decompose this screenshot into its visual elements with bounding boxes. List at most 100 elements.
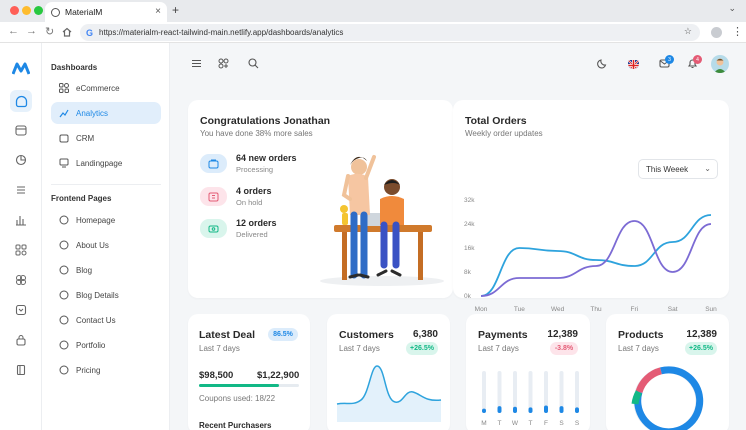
sidebar-item-blog[interactable]: Blog (51, 259, 161, 281)
donut-segment-green (631, 390, 643, 405)
x-tick-label: Mon (475, 306, 488, 313)
deal-progress-track (199, 384, 299, 387)
sidebar-item-portfolio[interactable]: Portfolio (51, 334, 161, 356)
period-select-value: This Weeek (646, 164, 689, 174)
payment-bar-track (482, 371, 486, 413)
tab-dropdown-icon[interactable]: ⌄ (728, 3, 736, 14)
sidebar-item-label: CRM (76, 133, 95, 143)
rail-layout-icon[interactable] (10, 179, 32, 201)
browser-menu-icon[interactable]: ⋮ (732, 25, 743, 38)
y-tick-label: 16k (464, 245, 475, 252)
products-change: +26.5% (685, 342, 717, 355)
apps-icon[interactable] (218, 58, 229, 69)
payments-period: Last 7 days (478, 344, 519, 353)
close-tab-icon[interactable]: × (155, 6, 161, 17)
deal-coupons: Coupons used: 18/22 (199, 394, 276, 403)
avatar[interactable] (711, 55, 729, 73)
sidebar-item-crm[interactable]: CRM (51, 127, 161, 149)
stat-on-hold: 4 orders On hold (200, 186, 272, 207)
rail-lock-icon[interactable] (10, 329, 32, 351)
payment-day-label: F (544, 420, 548, 427)
icon-rail (0, 43, 42, 430)
rail-widgets-icon[interactable] (10, 269, 32, 291)
series-line-2 (480, 220, 712, 297)
welcome-subtitle: You have done 38% more sales (200, 129, 313, 138)
sidebar-item-analytics[interactable]: Analytics (51, 102, 161, 124)
period-select[interactable]: This Weeek ⌄ (638, 159, 718, 179)
address-bar[interactable]: G https://materialm-react-tailwind-main.… (80, 24, 700, 41)
sidebar-item-ecommerce[interactable]: eCommerce (51, 77, 161, 99)
payment-day-label: S (575, 420, 580, 427)
globe-icon (51, 7, 60, 17)
stat-processing: 64 new orders Processing (200, 153, 297, 174)
back-icon[interactable]: ← (8, 25, 19, 37)
payment-bar (544, 405, 548, 413)
sidebar-item-about-us[interactable]: About Us (51, 234, 161, 256)
payments-title: Payments (478, 329, 528, 341)
deal-period: Last 7 days (199, 344, 240, 353)
sidebar-item-label: Landingpage (76, 158, 123, 168)
rail-pages-icon[interactable] (10, 359, 32, 381)
deal-progress-fill (199, 384, 279, 387)
rail-calendar-icon[interactable] (10, 119, 32, 141)
rail-apps-icon[interactable] (10, 149, 32, 171)
forward-icon[interactable]: → (26, 25, 37, 37)
stat-value: 64 new orders (236, 153, 297, 163)
home-icon[interactable] (62, 27, 72, 37)
mail-badge: 3 (665, 55, 674, 64)
products-title: Products (618, 329, 664, 341)
products-card: Products 12,389 Last 7 days +26.5% (606, 314, 729, 430)
profile-avatar[interactable] (711, 27, 722, 38)
welcome-title: Congratulations Jonathan (200, 115, 331, 127)
sidebar-item-blog-details[interactable]: Blog Details (51, 284, 161, 306)
sidebar-item-contact-us[interactable]: Contact Us (51, 309, 161, 331)
payment-bar (497, 406, 502, 413)
minimize-window-button[interactable] (22, 6, 31, 15)
reload-icon[interactable]: ↻ (45, 25, 54, 38)
search-icon[interactable] (248, 58, 259, 69)
rail-components-icon[interactable] (10, 239, 32, 261)
stat-value: 4 orders (236, 186, 272, 196)
customers-change: +26.5% (406, 342, 438, 355)
browser-toolbar: ← → ↻ G https://materialm-react-tailwind… (0, 22, 746, 43)
x-tick-label: Wed (551, 306, 565, 313)
deal-amount-current: $98,500 (199, 370, 234, 381)
payment-day-label: W (512, 420, 519, 427)
x-tick-label: Thu (590, 306, 602, 313)
rail-forms-icon[interactable] (10, 299, 32, 321)
welcome-illustration (320, 155, 444, 286)
chevron-down-icon: ⌄ (704, 164, 711, 173)
bookmark-star-icon[interactable]: ☆ (684, 26, 692, 37)
y-tick-label: 32k (464, 197, 475, 204)
stat-delivered: 12 orders Delivered (200, 218, 277, 239)
maximize-window-button[interactable] (34, 6, 43, 15)
total-orders-title: Total Orders (465, 115, 527, 127)
stat-label: On hold (236, 198, 263, 207)
menu-toggle-icon[interactable] (191, 58, 202, 69)
sidebar-item-label: Analytics (76, 108, 109, 118)
tab-title: MaterialM (65, 7, 103, 17)
sidebar-item-label: Homepage (76, 215, 116, 225)
browser-tab-bar: MaterialM × + ⌄ (0, 0, 746, 22)
close-window-button[interactable] (10, 6, 19, 15)
new-tab-button[interactable]: + (172, 3, 179, 17)
payment-bar (559, 406, 564, 413)
rail-chart-icon[interactable] (10, 209, 32, 231)
stat-value: 12 orders (236, 218, 277, 228)
english-flag-icon[interactable] (628, 58, 639, 69)
welcome-card: Congratulations Jonathan You have done 3… (188, 100, 453, 298)
sidebar-item-pricing[interactable]: Pricing (51, 359, 161, 381)
payment-bar (575, 407, 579, 413)
latest-deal-card: Latest Deal 86.5% Last 7 days $98,500 $1… (188, 314, 310, 430)
total-orders-subtitle: Weekly order updates (465, 129, 543, 138)
dark-mode-icon[interactable] (597, 58, 608, 69)
payment-day-label: M (481, 420, 486, 427)
products-period: Last 7 days (618, 344, 659, 353)
y-tick-label: 24k (464, 221, 475, 228)
logo-icon[interactable] (12, 61, 30, 75)
sidebar-item-landingpage[interactable]: Landingpage (51, 152, 161, 174)
browser-tab[interactable]: MaterialM × (45, 2, 167, 22)
latest-deal-title: Latest Deal (199, 329, 256, 341)
rail-dashboards-icon[interactable] (10, 90, 32, 112)
sidebar-item-homepage[interactable]: Homepage (51, 209, 161, 231)
